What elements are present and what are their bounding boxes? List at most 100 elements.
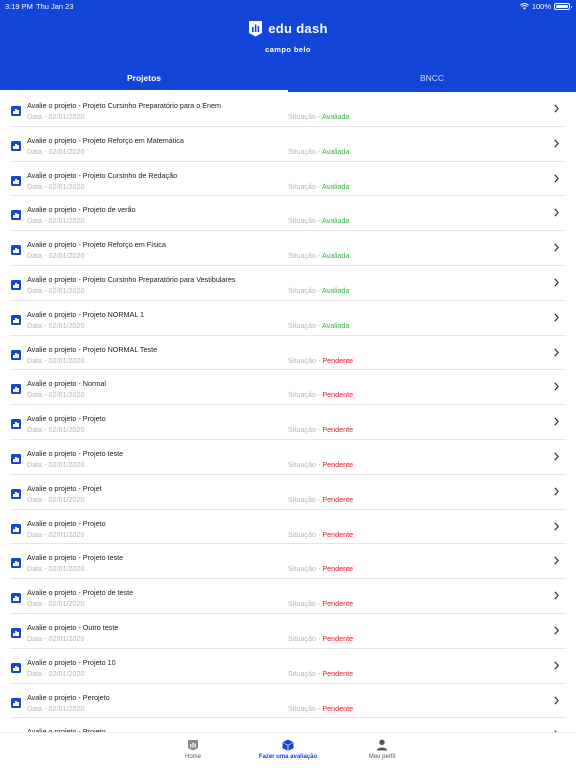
list-item[interactable]: Avalie o projeto - Projeto Cursinho Prep…: [10, 266, 566, 301]
list-item[interactable]: Avalie o projeto - Normal Data - 02/01/20…: [10, 370, 566, 406]
item-title: Avalie o projeto - Projet: [27, 483, 102, 493]
nav-home[interactable]: Home: [148, 739, 238, 760]
app-header: 3:19 PM Thu Jan 23 100% edu dash campo b…: [0, 0, 576, 92]
chart-icon: [11, 140, 21, 151]
list-item[interactable]: Avalie o projeto - Projeto teste Data - 0…: [10, 440, 566, 475]
item-status: Situação - Pendente: [288, 425, 353, 434]
item-status-prefix: Situação -: [288, 181, 322, 191]
status-bar: 3:19 PM Thu Jan 23 100%: [0, 0, 576, 14]
chevron-right-icon: [554, 382, 559, 391]
list-item[interactable]: Avalie o projeto - ProjetoData - 02/01/2…: [10, 718, 566, 732]
chart-icon: [11, 453, 21, 464]
item-date-value: 02/01/2020: [48, 564, 85, 574]
status-badge: Pendente: [322, 668, 354, 678]
nav-fazer-avaliacao[interactable]: Fazer uma avaliação: [243, 739, 333, 760]
project-list[interactable]: Avalie o projeto - Projeto Cursinho Prep…: [10, 92, 566, 732]
chevron-right-icon: [554, 591, 559, 600]
item-date: Data - 02/01/2020: [27, 460, 85, 469]
item-date-value: 02/01/2020: [48, 425, 85, 435]
item-date-prefix: Data -: [27, 564, 49, 574]
item-status: Situação - Pendente: [288, 460, 353, 469]
item-status: Situação - Pendente: [288, 356, 353, 365]
item-title: Avalie o projeto - Projeto de teste: [27, 588, 134, 598]
list-item[interactable]: Avalie o projeto - Outro teste Data - 02/…: [10, 614, 566, 649]
item-status: Situação - Avaliada: [288, 216, 349, 225]
chart-icon: [11, 697, 21, 708]
item-date-value: 02/01/2020: [48, 112, 85, 121]
logo-icon: [249, 21, 263, 37]
item-status-prefix: Situação -: [288, 146, 322, 156]
item-date: Data - 02/01/2020: [27, 634, 85, 643]
list-item[interactable]: Avalie o projeto - Projeto teste Data - 0…: [10, 544, 566, 580]
list-item[interactable]: Avalie o projeto - Projeto Cursinho Prep…: [10, 92, 566, 127]
item-status-prefix: Situação -: [288, 599, 323, 609]
item-date-prefix: Data -: [27, 599, 49, 609]
list-item[interactable]: Avalie o projeto - Projeto Reforço em Ma…: [10, 127, 566, 162]
school-name: campo belo: [265, 45, 311, 54]
status-time: 3:19 PM: [5, 2, 33, 11]
item-date: Data - 02/01/2020: [27, 495, 85, 504]
item-status: Situação - Avaliada: [288, 251, 349, 260]
item-date-prefix: Data -: [27, 320, 49, 330]
chevron-right-icon: [554, 313, 559, 322]
status-badge: Avaliada: [321, 181, 350, 191]
item-date-value: 02/01/2020: [48, 390, 85, 400]
item-title: Avalie o projeto - Outro teste: [27, 622, 119, 632]
status-badge: Pendente: [322, 564, 354, 574]
item-date-value: 02/01/2020: [48, 599, 85, 609]
nav-meu-perfil[interactable]: Meu perfil: [337, 739, 427, 760]
status-badge: Avaliada: [321, 251, 350, 261]
item-title: Avalie o projeto - Projeto Reforço em Ma…: [27, 135, 184, 145]
item-status: Situação - Pendente: [288, 530, 353, 539]
item-status-prefix: Situação -: [288, 564, 323, 574]
item-title: Avalie o projeto - Projeto Cursinho de R…: [27, 170, 178, 180]
item-date-prefix: Data -: [27, 216, 49, 226]
item-status-prefix: Situação -: [288, 320, 322, 330]
item-date: Data - 02/01/2020: [27, 321, 85, 330]
item-status: Situação - Avaliada: [288, 112, 349, 121]
list-item[interactable]: Avalie o projeto - ProjetoData - 02/01/2…: [10, 405, 566, 440]
chart-icon: [11, 210, 21, 221]
item-status: Situação - Avaliada: [288, 321, 349, 330]
tab-bar: Projetos BNCC: [0, 64, 576, 92]
status-badge: Pendente: [322, 425, 354, 435]
tab-projetos[interactable]: Projetos: [0, 64, 288, 92]
item-date-value: 02/01/2020: [48, 320, 85, 330]
item-date: Data - 02/01/2020: [27, 251, 85, 260]
item-title: Avalie o projeto - Perojeto: [27, 692, 110, 702]
list-item[interactable]: Avalie o projeto - Projet Data - 02/01/20…: [10, 475, 566, 510]
item-status: Situação - Pendente: [288, 495, 353, 504]
list-item[interactable]: Avalie o projeto - Projeto Reforço em Fí…: [10, 231, 566, 266]
tab-bncc[interactable]: BNCC: [288, 64, 576, 92]
list-item[interactable]: Avalie o projeto - Projeto de verão Data …: [10, 196, 566, 232]
chart-icon: [11, 349, 21, 360]
list-item[interactable]: Avalie o projeto - Projeto 10 Data - 02/0…: [10, 649, 566, 684]
item-date: Data - 02/01/2020: [27, 704, 85, 713]
item-date: Data - 02/01/2020: [27, 216, 85, 225]
nav-meu-perfil-label: Meu perfil: [368, 754, 396, 760]
list-item[interactable]: Avalie o projeto - Perojeto Data - 02/01/…: [10, 684, 566, 719]
item-title: Avalie o projeto - Projeto teste: [27, 448, 124, 458]
brand: edu dash: [0, 20, 576, 37]
item-date-value: 02/01/2020: [48, 703, 85, 713]
list-item[interactable]: Avalie o projeto - ProjetoData - 02/01/2…: [10, 510, 566, 545]
item-status: Situação - Avaliada: [288, 182, 349, 191]
item-status-prefix: Situação -: [288, 494, 323, 504]
battery-percent: 100%: [531, 2, 551, 11]
list-item[interactable]: Avalie o projeto - Projeto NORMAL 1 Data …: [10, 301, 566, 336]
item-status-prefix: Situação -: [288, 425, 323, 435]
item-date-value: 02/01/2020: [48, 529, 85, 539]
item-title: Avalie o projeto - Projeto Reforço em Fí…: [27, 240, 166, 250]
item-date-value: 02/01/2020: [48, 494, 85, 504]
list-item[interactable]: Avalie o projeto - Projeto Cursinho de R…: [10, 162, 566, 197]
list-item[interactable]: Avalie o projeto - Projeto de teste Data …: [10, 579, 566, 614]
list-item[interactable]: Avalie o projeto - Projeto NORMAL Teste D…: [10, 336, 566, 371]
status-badge: Pendente: [322, 494, 354, 504]
home-icon: [188, 740, 198, 751]
item-status: Situação - Pendente: [288, 704, 353, 713]
chevron-right-icon: [554, 173, 559, 183]
item-date-prefix: Data -: [27, 494, 49, 504]
item-status: Situação - Pendente: [288, 669, 353, 678]
item-title: Avalie o projeto - Projeto de verão: [27, 205, 136, 215]
item-status: Situação - Avaliada: [288, 147, 349, 156]
